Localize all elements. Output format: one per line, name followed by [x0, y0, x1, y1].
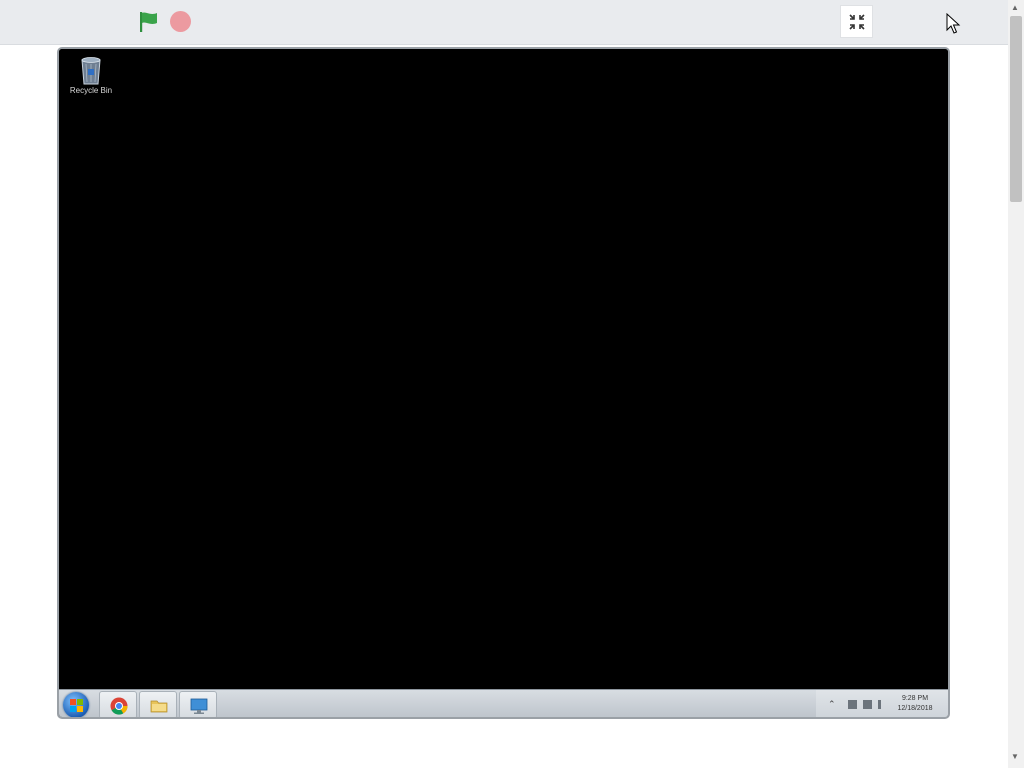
- folder-icon: [150, 700, 168, 713]
- top-toolbar: [0, 0, 1008, 45]
- chrome-icon: [110, 697, 128, 715]
- green-flag-icon[interactable]: [137, 10, 161, 34]
- recycle-bin-icon: [81, 57, 101, 85]
- show-hidden-icons-icon[interactable]: ⌃: [828, 699, 836, 710]
- taskbar: ⌃ 9:28 PM 12/18/2018: [59, 689, 948, 717]
- system-tray: ⌃ 9:28 PM 12/18/2018: [816, 690, 948, 717]
- taskbar-chrome-button[interactable]: [99, 691, 137, 717]
- desktop-area[interactable]: Recycle Bin: [59, 49, 948, 689]
- remote-desktop-frame: Recycle Bin ⌃ 9:28 PM 12/18/2018: [57, 47, 950, 719]
- monitor-icon: [190, 698, 208, 714]
- network-icon[interactable]: [863, 700, 872, 709]
- collapse-icon: [849, 14, 865, 30]
- mouse-pointer-icon: [946, 12, 962, 35]
- windows-logo-icon: [70, 699, 76, 705]
- windows-start-button[interactable]: [63, 692, 89, 717]
- scrollbar-thumb[interactable]: [1010, 16, 1022, 202]
- scroll-down-icon[interactable]: ▼: [1011, 752, 1019, 761]
- action-center-icon[interactable]: [848, 700, 857, 709]
- clock-date: 12/18/2018: [897, 705, 933, 712]
- volume-icon[interactable]: [878, 700, 881, 709]
- desktop-icon-recycle-bin[interactable]: Recycle Bin: [67, 55, 115, 95]
- taskbar-remote-button[interactable]: [179, 691, 217, 717]
- taskbar-explorer-button[interactable]: [139, 691, 177, 717]
- stop-icon[interactable]: [170, 11, 191, 32]
- clock[interactable]: 9:28 PM 12/18/2018: [890, 694, 940, 714]
- scroll-up-icon[interactable]: ▲: [1011, 3, 1019, 12]
- exit-fullscreen-button[interactable]: [840, 5, 873, 38]
- clock-time: 9:28 PM: [901, 695, 929, 702]
- page-scrollbar[interactable]: ▲ ▼: [1008, 0, 1024, 768]
- desktop-icon-label: Recycle Bin: [69, 86, 113, 95]
